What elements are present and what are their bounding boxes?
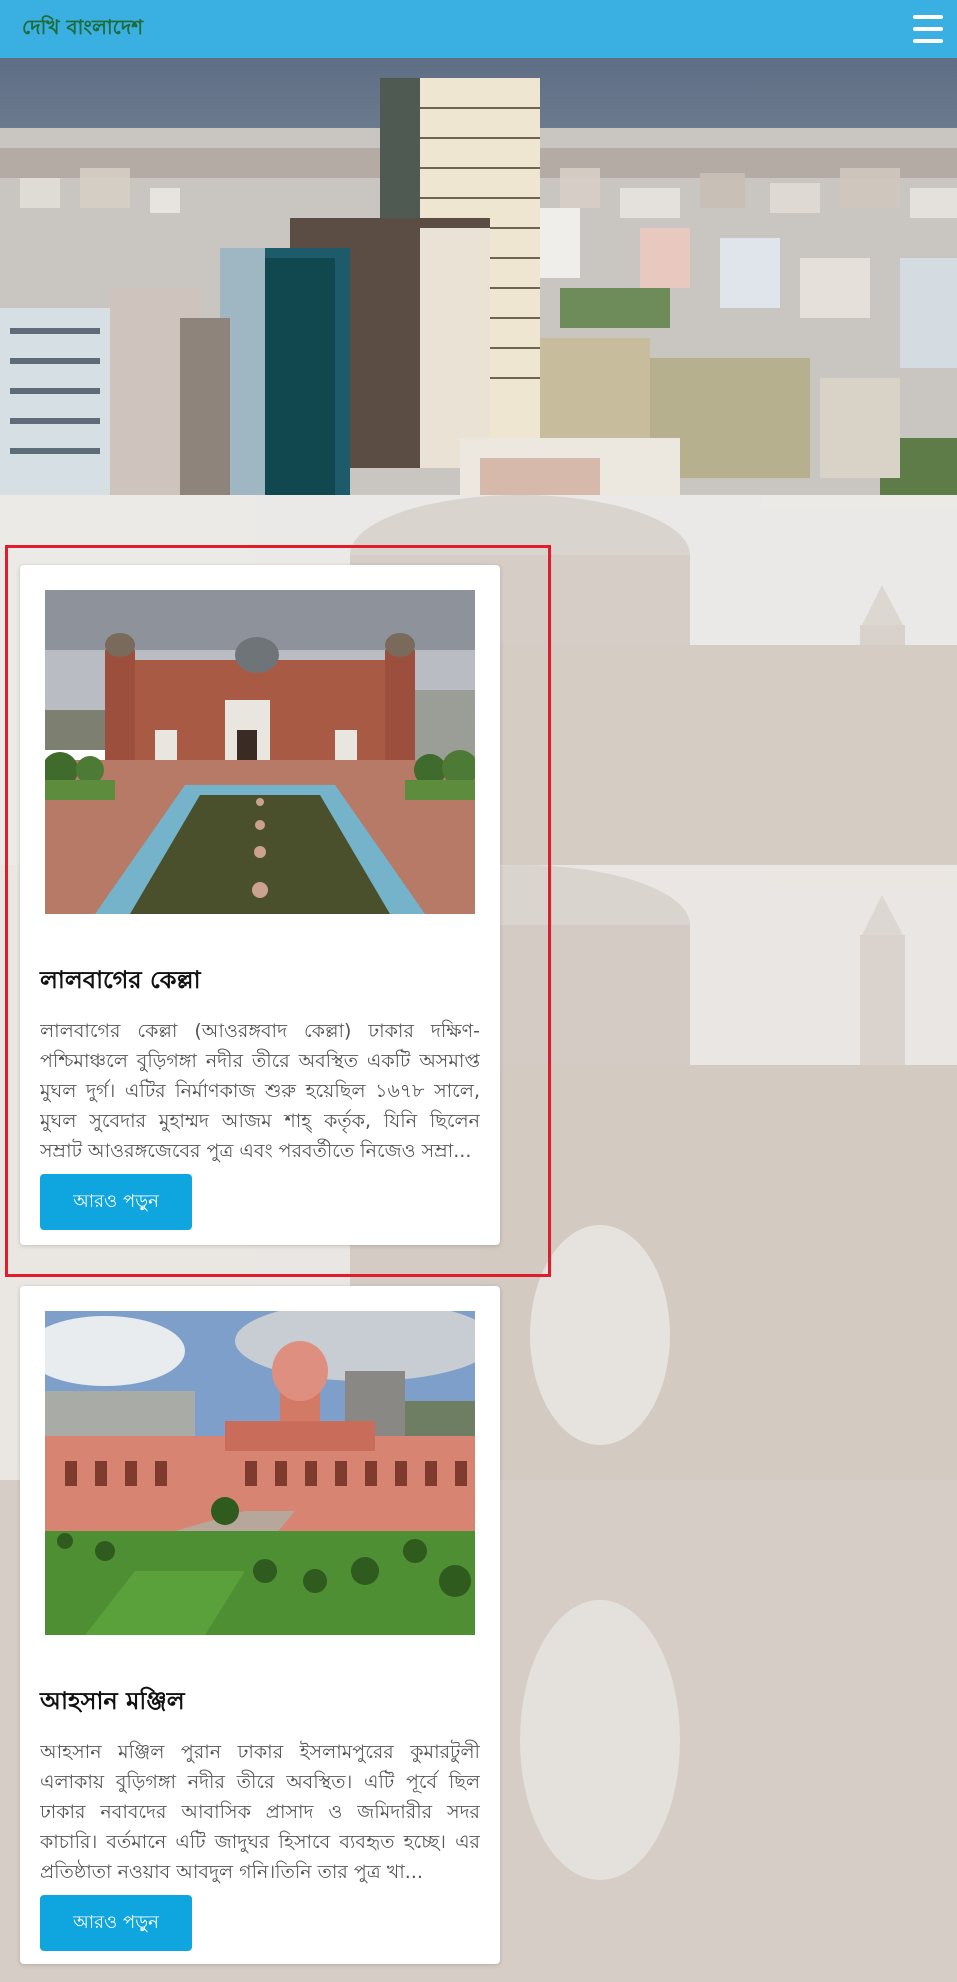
hero-city-image <box>0 58 957 495</box>
hamburger-menu-icon[interactable] <box>913 15 943 43</box>
lalbagh-fort-image[interactable] <box>45 590 475 914</box>
place-card: লালবাগের কেল্লা লালবাগের কেল্লা (আওরঙ্গব… <box>20 565 500 1245</box>
read-more-button[interactable]: আরও পড়ুন <box>40 1174 192 1230</box>
top-navbar: দেখি বাংলাদেশ <box>0 0 957 58</box>
brand-logo[interactable]: দেখি বাংলাদেশ <box>22 13 143 46</box>
read-more-button[interactable]: আরও পড়ুন <box>40 1895 192 1951</box>
place-card: আহসান মঞ্জিল আহসান মঞ্জিল পুরান ঢাকার ইস… <box>20 1286 500 1964</box>
card-title: আহসান মঞ্জিল <box>40 1687 185 1715</box>
ahsan-manzil-image[interactable] <box>45 1311 475 1635</box>
card-title: লালবাগের কেল্লা <box>40 966 201 994</box>
card-description: লালবাগের কেল্লা (আওরঙ্গবাদ কেল্লা) ঢাকার… <box>40 1020 480 1162</box>
card-description: আহসান মঞ্জিল পুরান ঢাকার ইসলামপুরের কুমা… <box>40 1741 480 1883</box>
